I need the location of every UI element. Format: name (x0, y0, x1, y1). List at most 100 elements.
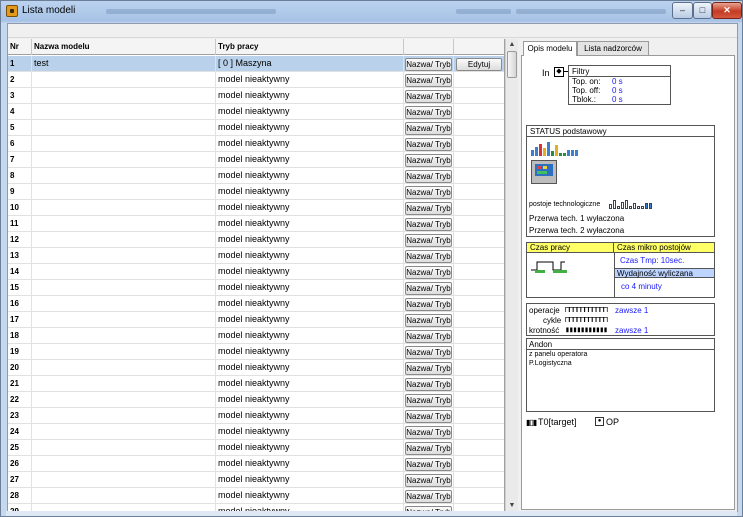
mode-cell[interactable]: model nieaktywny (216, 120, 404, 136)
table-row[interactable]: 14 model nieaktywny Nazwa/ Tryb (8, 264, 504, 280)
table-row[interactable]: 8 model nieaktywny Nazwa/ Tryb (8, 168, 504, 184)
model-name-cell[interactable]: test (32, 56, 216, 72)
col-nr-header[interactable]: Nr (8, 39, 32, 55)
name-mode-button[interactable]: Nazwa/ Tryb (405, 298, 452, 311)
name-mode-button[interactable]: Nazwa/ Tryb (405, 330, 452, 343)
name-mode-button[interactable]: Nazwa/ Tryb (405, 490, 452, 503)
col-mode-header[interactable]: Tryb pracy (216, 39, 404, 55)
minimize-button[interactable]: – (672, 2, 693, 19)
col-name-header[interactable]: Nazwa modelu (32, 39, 216, 55)
table-row[interactable]: 9 model nieaktywny Nazwa/ Tryb (8, 184, 504, 200)
table-row[interactable]: 11 model nieaktywny Nazwa/ Tryb (8, 216, 504, 232)
mode-cell[interactable]: model nieaktywny (216, 216, 404, 232)
table-row[interactable]: 23 model nieaktywny Nazwa/ Tryb (8, 408, 504, 424)
table-row[interactable]: 10 model nieaktywny Nazwa/ Tryb (8, 200, 504, 216)
mode-cell[interactable]: model nieaktywny (216, 408, 404, 424)
name-mode-button[interactable]: Nazwa/ Tryb (405, 250, 452, 263)
name-mode-button[interactable]: Nazwa/ Tryb (405, 170, 452, 183)
model-name-cell[interactable] (32, 104, 216, 120)
model-name-cell[interactable] (32, 216, 216, 232)
mode-cell[interactable]: model nieaktywny (216, 280, 404, 296)
table-row[interactable]: 20 model nieaktywny Nazwa/ Tryb (8, 360, 504, 376)
name-mode-button[interactable]: Nazwa/ Tryb (405, 394, 452, 407)
model-name-cell[interactable] (32, 280, 216, 296)
mode-cell[interactable]: model nieaktywny (216, 472, 404, 488)
table-row[interactable]: 13 model nieaktywny Nazwa/ Tryb (8, 248, 504, 264)
mode-cell[interactable]: model nieaktywny (216, 392, 404, 408)
mode-cell[interactable]: model nieaktywny (216, 376, 404, 392)
mode-cell[interactable]: model nieaktywny (216, 344, 404, 360)
maximize-button[interactable]: □ (693, 2, 712, 19)
name-mode-button[interactable]: Nazwa/ Tryb (405, 218, 452, 231)
table-row[interactable]: 22 model nieaktywny Nazwa/ Tryb (8, 392, 504, 408)
table-row[interactable]: 25 model nieaktywny Nazwa/ Tryb (8, 440, 504, 456)
table-row[interactable]: 16 model nieaktywny Nazwa/ Tryb (8, 296, 504, 312)
model-name-cell[interactable] (32, 376, 216, 392)
model-name-cell[interactable] (32, 456, 216, 472)
mode-cell[interactable]: model nieaktywny (216, 312, 404, 328)
name-mode-button[interactable]: Nazwa/ Tryb (405, 234, 452, 247)
table-row[interactable]: 3 model nieaktywny Nazwa/ Tryb (8, 88, 504, 104)
mode-cell[interactable]: model nieaktywny (216, 232, 404, 248)
model-name-cell[interactable] (32, 408, 216, 424)
table-row[interactable]: 4 model nieaktywny Nazwa/ Tryb (8, 104, 504, 120)
close-button[interactable]: ✕ (712, 2, 742, 19)
scroll-thumb[interactable] (507, 51, 517, 78)
table-row[interactable]: 19 model nieaktywny Nazwa/ Tryb (8, 344, 504, 360)
name-mode-button[interactable]: Nazwa/ Tryb (405, 74, 452, 87)
model-name-cell[interactable] (32, 264, 216, 280)
model-name-cell[interactable] (32, 168, 216, 184)
model-name-cell[interactable] (32, 136, 216, 152)
name-mode-button[interactable]: Nazwa/ Tryb (405, 282, 452, 295)
tab-opis-modelu[interactable]: Opis modelu (523, 41, 577, 56)
mode-cell[interactable]: model nieaktywny (216, 152, 404, 168)
name-mode-button[interactable]: Nazwa/ Tryb (405, 410, 452, 423)
mode-cell[interactable]: model nieaktywny (216, 168, 404, 184)
name-mode-button[interactable]: Nazwa/ Tryb (405, 138, 452, 151)
model-name-cell[interactable] (32, 152, 216, 168)
name-mode-button[interactable]: Nazwa/ Tryb (405, 154, 452, 167)
mode-cell[interactable]: model nieaktywny (216, 360, 404, 376)
mode-cell[interactable]: model nieaktywny (216, 456, 404, 472)
model-name-cell[interactable] (32, 88, 216, 104)
table-row[interactable]: 24 model nieaktywny Nazwa/ Tryb (8, 424, 504, 440)
tab-lista-nadzorcow[interactable]: Lista nadzorców (577, 41, 649, 55)
model-name-cell[interactable] (32, 488, 216, 504)
model-name-cell[interactable] (32, 360, 216, 376)
model-name-cell[interactable] (32, 440, 216, 456)
mode-cell[interactable]: [ 0 ] Maszyna (216, 56, 404, 72)
mode-cell[interactable]: model nieaktywny (216, 296, 404, 312)
mode-cell[interactable]: model nieaktywny (216, 136, 404, 152)
name-mode-button[interactable]: Nazwa/ Tryb (405, 314, 452, 327)
model-name-cell[interactable] (32, 248, 216, 264)
name-mode-button[interactable]: Nazwa/ Tryb (405, 474, 452, 487)
scroll-up-arrow-icon[interactable]: ▲ (506, 39, 518, 51)
model-name-cell[interactable] (32, 328, 216, 344)
mode-cell[interactable]: model nieaktywny (216, 184, 404, 200)
name-mode-button[interactable]: Nazwa/ Tryb (405, 58, 452, 71)
title-bar[interactable]: Lista modeli – □ ✕ (1, 1, 742, 21)
model-name-cell[interactable] (32, 232, 216, 248)
model-name-cell[interactable] (32, 344, 216, 360)
name-mode-button[interactable]: Nazwa/ Tryb (405, 186, 452, 199)
name-mode-button[interactable]: Nazwa/ Tryb (405, 426, 452, 439)
model-name-cell[interactable] (32, 472, 216, 488)
edit-button[interactable]: Edytuj (456, 58, 502, 71)
name-mode-button[interactable]: Nazwa/ Tryb (405, 442, 452, 455)
model-name-cell[interactable] (32, 296, 216, 312)
model-name-cell[interactable] (32, 424, 216, 440)
mode-cell[interactable]: model nieaktywny (216, 440, 404, 456)
table-row[interactable]: 21 model nieaktywny Nazwa/ Tryb (8, 376, 504, 392)
mode-cell[interactable]: model nieaktywny (216, 72, 404, 88)
mode-cell[interactable]: model nieaktywny (216, 328, 404, 344)
mode-cell[interactable]: model nieaktywny (216, 488, 404, 504)
name-mode-button[interactable]: Nazwa/ Tryb (405, 266, 452, 279)
model-name-cell[interactable] (32, 184, 216, 200)
name-mode-button[interactable]: Nazwa/ Tryb (405, 458, 452, 471)
model-name-cell[interactable] (32, 312, 216, 328)
name-mode-button[interactable]: Nazwa/ Tryb (405, 122, 452, 135)
table-row[interactable]: 6 model nieaktywny Nazwa/ Tryb (8, 136, 504, 152)
model-name-cell[interactable] (32, 120, 216, 136)
mode-cell[interactable]: model nieaktywny (216, 424, 404, 440)
model-name-cell[interactable] (32, 392, 216, 408)
